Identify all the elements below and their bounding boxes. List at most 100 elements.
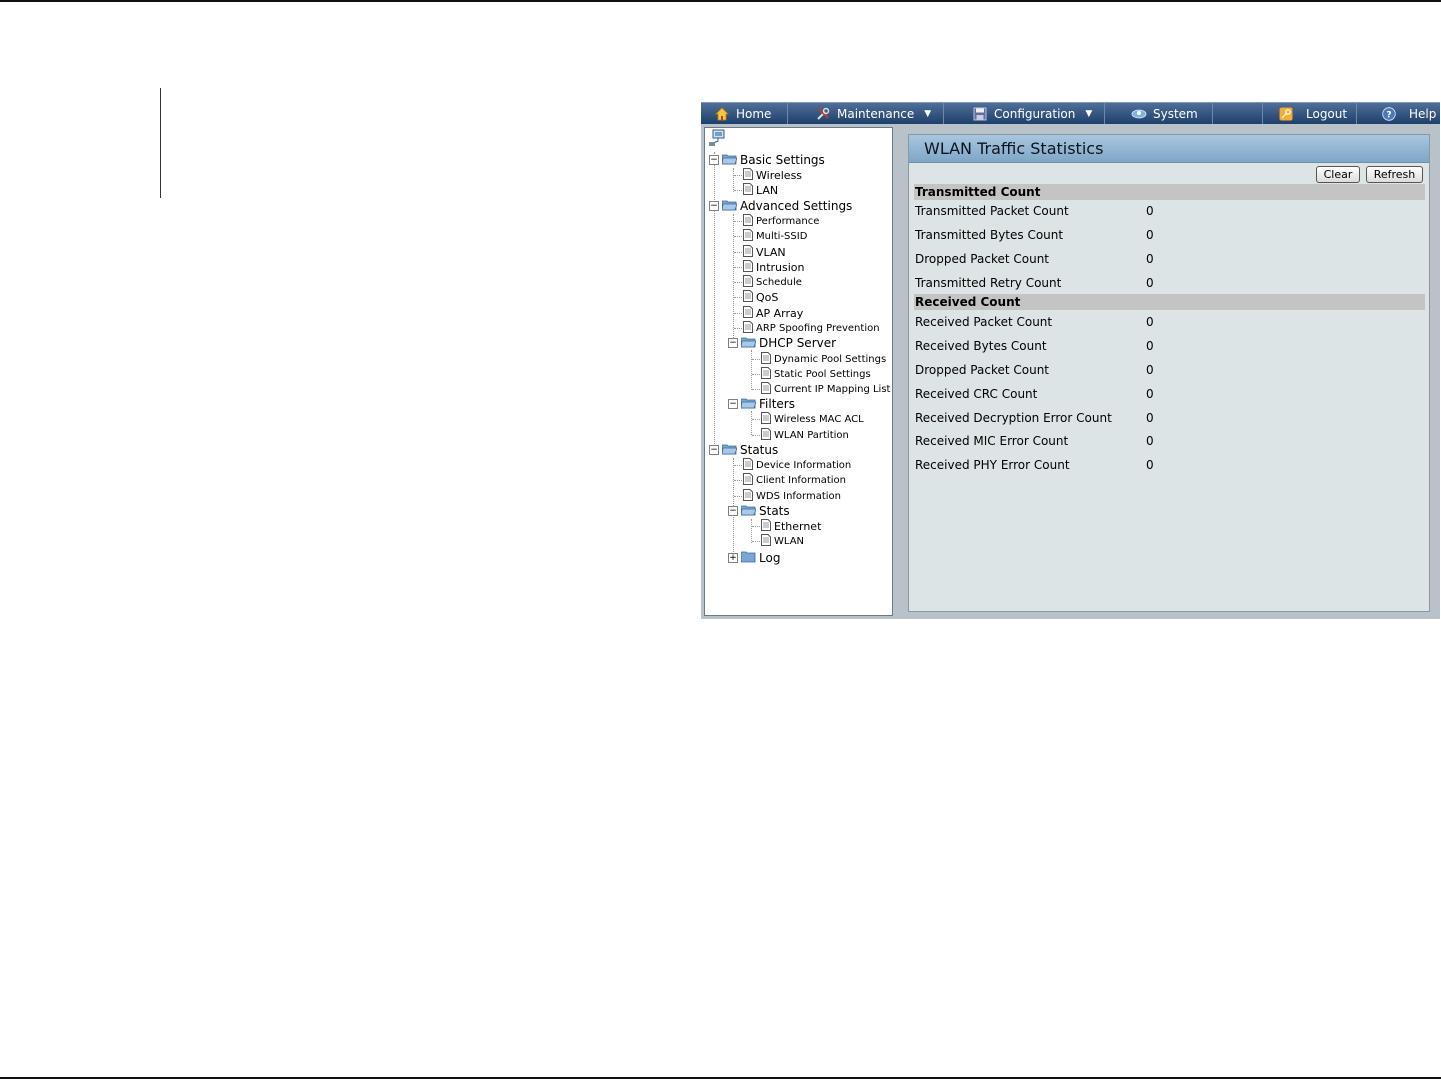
stat-value: 0 bbox=[1146, 252, 1154, 266]
page-title: WLAN Traffic Statistics bbox=[909, 135, 1429, 163]
tree-collapse-toggle[interactable]: − bbox=[728, 506, 738, 516]
tree-multi-ssid[interactable]: Multi-SSID bbox=[743, 228, 808, 244]
navigation-tree: − Basic Settings Wireless LAN − Advanced… bbox=[704, 127, 893, 616]
stat-label: Received MIC Error Count bbox=[915, 434, 1069, 448]
tree-intrusion[interactable]: Intrusion bbox=[743, 259, 805, 274]
tree-connector bbox=[752, 359, 760, 360]
content-panel: WLAN Traffic Statistics Clear Refresh Tr… bbox=[905, 127, 1437, 616]
tree-collapse-toggle[interactable]: − bbox=[728, 338, 738, 348]
tree-label: Schedule bbox=[756, 276, 802, 288]
tree-expand-toggle[interactable]: + bbox=[728, 553, 738, 563]
nav-help[interactable]: ? Help bbox=[1357, 103, 1440, 124]
tree-lan[interactable]: LAN bbox=[743, 182, 778, 197]
tree-root[interactable] bbox=[709, 129, 725, 146]
tree-status[interactable]: Status bbox=[721, 443, 779, 458]
stat-row: Transmitted Packet Count 0 bbox=[915, 203, 1154, 219]
tree-ap-array[interactable]: AP Array bbox=[743, 305, 804, 320]
folder-icon bbox=[721, 199, 738, 214]
folder-icon bbox=[740, 397, 757, 412]
stat-row: Received CRC Count 0 bbox=[915, 386, 1154, 402]
stat-value: 0 bbox=[1146, 276, 1154, 290]
tree-wireless-mac-acl[interactable]: Wireless MAC ACL bbox=[761, 411, 864, 426]
tree-wireless[interactable]: Wireless bbox=[743, 167, 802, 182]
tree-connector bbox=[734, 236, 742, 237]
tree-label: AP Array bbox=[756, 306, 804, 320]
tree-collapse-toggle[interactable]: − bbox=[709, 155, 719, 165]
page-icon bbox=[743, 228, 753, 244]
tree-wlan[interactable]: WLAN bbox=[761, 533, 805, 548]
tree-log[interactable]: Log bbox=[740, 551, 781, 565]
nav-configuration[interactable]: Configuration ▼ bbox=[944, 103, 1105, 124]
nav-maintenance-label: Maintenance bbox=[837, 106, 915, 121]
tree-client-information[interactable]: Client Information bbox=[743, 472, 846, 487]
tree-ethernet[interactable]: Ethernet bbox=[761, 518, 821, 534]
tree-basic-settings[interactable]: Basic Settings bbox=[721, 153, 825, 167]
system-icon bbox=[1131, 106, 1147, 122]
tree-current-ip-mapping[interactable]: Current IP Mapping List bbox=[761, 381, 890, 396]
tree-label: Device Information bbox=[756, 459, 852, 471]
tree-label: Status bbox=[740, 443, 779, 457]
stat-row: Received PHY Error Count 0 bbox=[915, 457, 1154, 473]
tree-arp-spoofing[interactable]: ARP Spoofing Prevention bbox=[743, 320, 880, 335]
tree-connector bbox=[733, 168, 734, 192]
page-icon bbox=[743, 488, 753, 504]
page-icon bbox=[761, 518, 771, 534]
ap-web-ui: Home Maintenance ▼ Configuration ▼ Syste… bbox=[701, 102, 1440, 619]
page-icon bbox=[761, 427, 771, 443]
tree-label: Wireless MAC ACL bbox=[774, 413, 864, 425]
tree-stats[interactable]: Stats bbox=[740, 504, 790, 518]
tree-collapse-toggle[interactable]: − bbox=[709, 201, 719, 211]
clear-button[interactable]: Clear bbox=[1316, 166, 1360, 183]
nav-configuration-label: Configuration bbox=[994, 106, 1076, 121]
tools-icon bbox=[815, 106, 831, 122]
stat-row: Received Bytes Count 0 bbox=[915, 338, 1154, 354]
tree-connector bbox=[751, 350, 752, 390]
tree-connector bbox=[752, 435, 760, 436]
key-icon bbox=[1278, 106, 1294, 122]
stat-row: Transmitted Retry Count 0 bbox=[915, 275, 1154, 291]
stat-label: Received Packet Count bbox=[915, 315, 1053, 329]
nav-system[interactable]: System bbox=[1105, 103, 1213, 124]
tree-performance[interactable]: Performance bbox=[743, 213, 819, 228]
tree-connector bbox=[734, 313, 742, 314]
stat-label: Received Bytes Count bbox=[915, 339, 1047, 353]
nav-maintenance[interactable]: Maintenance ▼ bbox=[788, 103, 944, 124]
tree-collapse-toggle[interactable]: − bbox=[709, 445, 719, 455]
tree-label: Filters bbox=[759, 397, 795, 411]
tree-label: Static Pool Settings bbox=[774, 368, 871, 380]
page-top-rule bbox=[0, 0, 1441, 2]
tree-filters[interactable]: Filters bbox=[740, 397, 795, 412]
tree-label: WLAN bbox=[774, 535, 805, 547]
tree-connector bbox=[734, 252, 742, 253]
page-icon bbox=[743, 274, 753, 290]
tree-label: DHCP Server bbox=[759, 336, 837, 350]
nav-logout[interactable]: Logout bbox=[1263, 103, 1357, 124]
tree-collapse-toggle[interactable]: − bbox=[728, 399, 738, 409]
tree-advanced-settings[interactable]: Advanced Settings bbox=[721, 199, 852, 214]
stat-label: Received PHY Error Count bbox=[915, 458, 1070, 472]
folder-icon bbox=[721, 443, 738, 458]
stat-value: 0 bbox=[1146, 434, 1154, 448]
tree-qos[interactable]: QoS bbox=[743, 289, 779, 304]
refresh-button[interactable]: Refresh bbox=[1366, 166, 1423, 183]
stat-label: Transmitted Retry Count bbox=[915, 276, 1062, 290]
tree-label: Multi-SSID bbox=[756, 230, 808, 242]
tree-label: QoS bbox=[756, 290, 779, 304]
tree-label: VLAN bbox=[756, 245, 786, 259]
tree-label: Log bbox=[759, 551, 781, 565]
stat-label: Transmitted Packet Count bbox=[915, 204, 1069, 218]
tree-connector bbox=[752, 526, 760, 527]
nav-home[interactable]: Home bbox=[701, 103, 788, 124]
tree-dhcp-server[interactable]: DHCP Server bbox=[740, 336, 837, 350]
tree-wds-information[interactable]: WDS Information bbox=[743, 488, 841, 504]
tree-wlan-partition[interactable]: WLAN Partition bbox=[761, 427, 849, 443]
nav-system-label: System bbox=[1153, 106, 1198, 121]
page-bottom-rule bbox=[0, 1077, 1441, 1079]
tree-vlan[interactable]: VLAN bbox=[743, 244, 786, 259]
tree-device-information[interactable]: Device Information bbox=[743, 457, 852, 472]
tree-schedule[interactable]: Schedule bbox=[743, 274, 802, 290]
tree-dynamic-pool[interactable]: Dynamic Pool Settings bbox=[761, 351, 886, 366]
tree-static-pool[interactable]: Static Pool Settings bbox=[761, 366, 871, 381]
tree-connector bbox=[734, 267, 742, 268]
stat-row: Received MIC Error Count 0 bbox=[915, 433, 1154, 449]
